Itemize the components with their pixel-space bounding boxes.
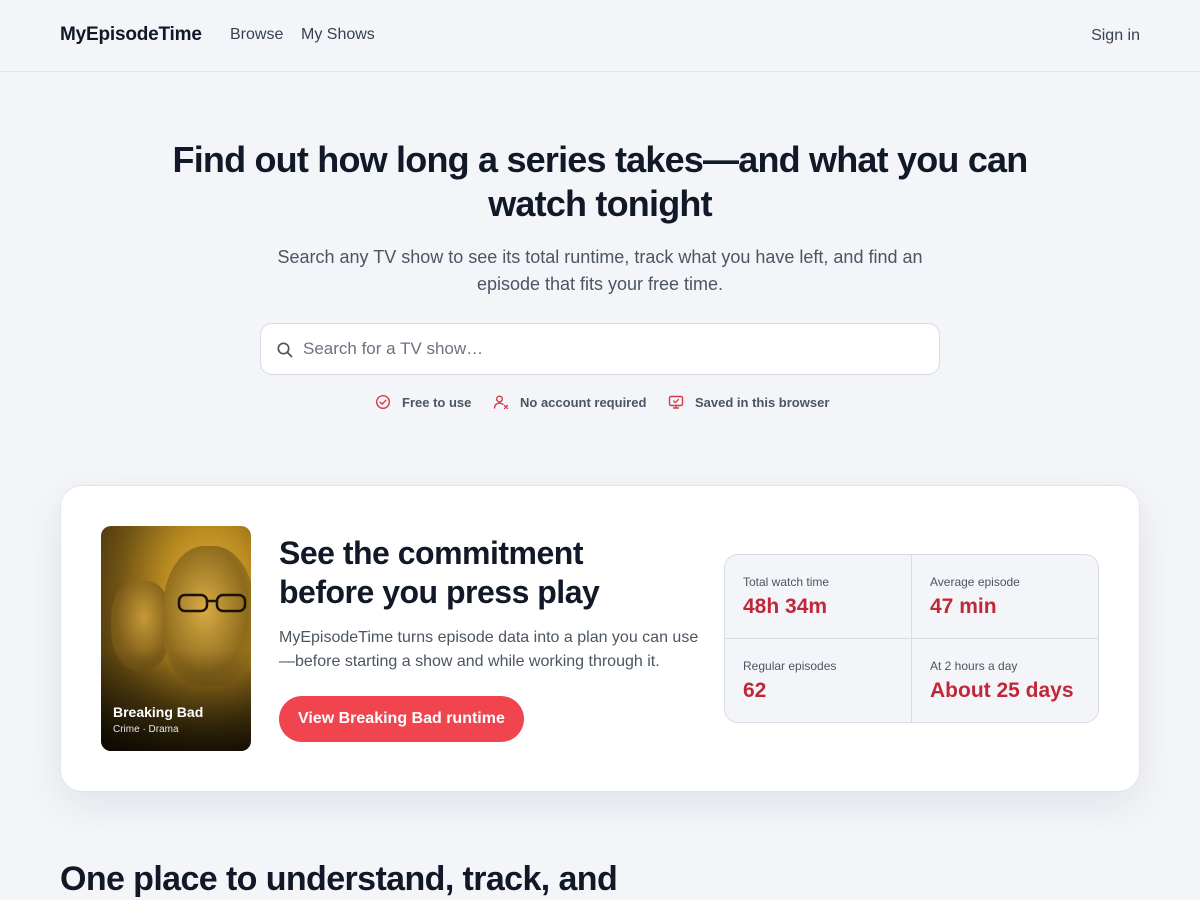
- sign-in-link[interactable]: Sign in: [1091, 27, 1140, 45]
- search-input[interactable]: [303, 324, 923, 374]
- stat-days-at-2h: At 2 hours a day About 25 days: [912, 639, 1098, 722]
- feature-free: Free to use: [375, 392, 471, 412]
- feature-list: Free to use No account required Saved in…: [0, 392, 1200, 412]
- poster-genres: Crime · Drama: [113, 724, 179, 735]
- stat-label: Regular episodes: [743, 659, 837, 673]
- feature-no-account-label: No account required: [520, 394, 647, 410]
- card-description: MyEpisodeTime turns episode data into a …: [279, 629, 699, 670]
- top-navigation-bar: MyEpisodeTime Browse My Shows Sign in: [0, 0, 1200, 72]
- feature-card: Breaking Bad Crime · Drama See the commi…: [60, 485, 1140, 792]
- card-title: See the commitment before you press play: [279, 535, 600, 610]
- search-icon: [277, 342, 293, 358]
- runtime-stats-grid: Total watch time 48h 34m Average episode…: [724, 554, 1099, 723]
- hero-title: Find out how long a series takes—and wha…: [172, 139, 1029, 224]
- stat-value: About 25 days: [930, 679, 1074, 702]
- stat-label: Total watch time: [743, 575, 830, 589]
- view-runtime-button[interactable]: View Breaking Bad runtime: [279, 696, 524, 742]
- stat-regular-episodes: Regular episodes 62: [725, 639, 912, 722]
- monitor-check-icon: [668, 395, 684, 409]
- nav-browse-link[interactable]: Browse: [230, 26, 283, 44]
- user-x-icon: [493, 395, 509, 410]
- brand-logo[interactable]: MyEpisodeTime: [60, 24, 202, 46]
- feature-no-account: No account required: [493, 392, 646, 412]
- stat-average-episode: Average episode 47 min: [912, 555, 1098, 639]
- feature-saved-browser: Saved in this browser: [668, 392, 829, 412]
- feature-free-label: Free to use: [402, 394, 472, 410]
- feature-saved-label: Saved in this browser: [695, 394, 830, 410]
- poster-show-title: Breaking Bad: [113, 704, 204, 720]
- stat-value: 62: [743, 679, 767, 702]
- stat-label: At 2 hours a day: [930, 659, 1018, 673]
- nav-my-shows-link[interactable]: My Shows: [301, 26, 375, 44]
- section-heading: One place to understand, track, and: [60, 860, 618, 898]
- check-circle-icon: [375, 394, 391, 410]
- hero-subtitle: Search any TV show to see its total runt…: [277, 247, 923, 294]
- stat-label: Average episode: [930, 575, 1020, 589]
- show-search-box[interactable]: [260, 323, 940, 375]
- stat-value: 47 min: [930, 595, 997, 618]
- show-poster[interactable]: Breaking Bad Crime · Drama: [101, 526, 251, 751]
- stat-total-watch-time: Total watch time 48h 34m: [725, 555, 912, 639]
- stat-value: 48h 34m: [743, 595, 828, 618]
